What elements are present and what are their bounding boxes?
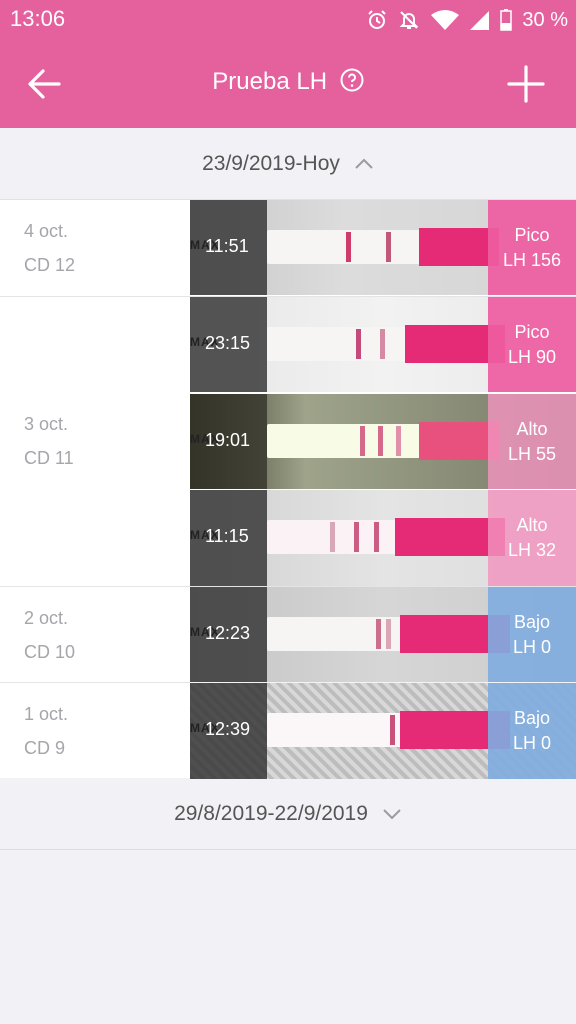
result-badge: Bajo LH 0: [488, 587, 576, 682]
battery-level: 30 %: [522, 8, 568, 31]
day-cycle: CD 11: [24, 448, 74, 468]
day-date: 3 oct.: [24, 414, 69, 434]
title-area: Prueba LH: [0, 68, 576, 99]
result-status: Pico: [514, 322, 550, 342]
range-previous-label: 29/8/2019-22/9/2019: [174, 801, 368, 825]
alarm-icon: [366, 9, 388, 31]
help-circle-icon[interactable]: [340, 68, 364, 99]
result-lh: LH 90: [507, 347, 557, 367]
test-time: 11:51: [205, 236, 249, 256]
test-time: 12:39: [205, 719, 251, 739]
result-status: Alto: [516, 515, 548, 535]
result-lh: LH 55: [507, 444, 557, 464]
test-time: 23:15: [205, 333, 251, 353]
page-title: Prueba LH: [212, 68, 328, 95]
test-time: 19:01: [205, 430, 251, 450]
test-row[interactable]: MAX 23:15 Pico LH 90: [190, 297, 576, 393]
day-date: 2 oct.: [24, 608, 69, 628]
day-cycle: CD 12: [24, 255, 76, 275]
chevron-up-icon: [355, 158, 373, 169]
test-row[interactable]: MAX 12:23 Bajo LH 0: [190, 587, 576, 683]
test-row[interactable]: MAX 11:51 Pico LH 156: [190, 200, 576, 296]
result-badge: Bajo LH 0: [488, 683, 576, 779]
result-status: Bajo: [513, 708, 551, 728]
test-row[interactable]: MAX 19:01 Alto LH 55: [190, 394, 576, 490]
status-time: 13:06: [10, 6, 66, 31]
bell-off-icon: [398, 9, 420, 31]
result-status: Bajo: [513, 612, 551, 632]
day-group: 3 oct. CD 11 MAX 23:15 Pico LH 90 MAX 19…: [0, 297, 576, 587]
day-header: 4 oct. CD 12: [24, 214, 184, 282]
result-lh: LH 156: [502, 250, 562, 270]
day-header: 1 oct. CD 9: [24, 697, 184, 765]
test-row[interactable]: MAX 12:39 Bajo LH 0: [190, 683, 576, 779]
app-bar: Prueba LH: [0, 40, 576, 128]
range-previous-header[interactable]: 29/8/2019-22/9/2019: [0, 778, 576, 850]
result-lh: LH 0: [512, 733, 552, 753]
day-header: 2 oct. CD 10: [24, 601, 184, 669]
result-status: Pico: [514, 225, 550, 245]
chevron-down-icon: [383, 808, 401, 819]
signal-icon: [470, 9, 490, 31]
range-current-header[interactable]: 23/9/2019-Hoy: [0, 128, 576, 200]
day-group: 4 oct. CD 12 MAX 11:51 Pico LH 156: [0, 200, 576, 297]
test-row[interactable]: MAX 11:15 Alto LH 32: [190, 490, 576, 586]
day-group: 1 oct. CD 9 MAX 12:39 Bajo LH 0: [0, 683, 576, 779]
result-badge: Pico LH 156: [488, 200, 576, 295]
result-lh: LH 32: [507, 540, 557, 560]
result-lh: LH 0: [512, 637, 552, 657]
test-time: 11:15: [205, 526, 249, 546]
plus-icon: [507, 65, 545, 103]
add-test-button[interactable]: [502, 60, 550, 108]
battery-icon: [500, 9, 513, 31]
status-icons: 30 %: [366, 6, 568, 34]
result-badge: Pico LH 90: [488, 297, 576, 392]
wifi-icon: [430, 9, 460, 31]
day-date: 1 oct.: [24, 704, 69, 724]
day-date: 4 oct.: [24, 221, 69, 241]
day-cycle: CD 10: [24, 642, 76, 662]
result-badge: Alto LH 32: [488, 490, 576, 586]
result-status: Alto: [516, 419, 548, 439]
result-badge: Alto LH 55: [488, 394, 576, 489]
range-current-label: 23/9/2019-Hoy: [202, 151, 340, 175]
test-time: 12:23: [205, 623, 251, 643]
day-header: 3 oct. CD 11: [24, 407, 184, 475]
status-bar: 13:06 30 %: [0, 0, 576, 40]
day-cycle: CD 9: [24, 738, 66, 758]
day-group: 2 oct. CD 10 MAX 12:23 Bajo LH 0: [0, 587, 576, 683]
